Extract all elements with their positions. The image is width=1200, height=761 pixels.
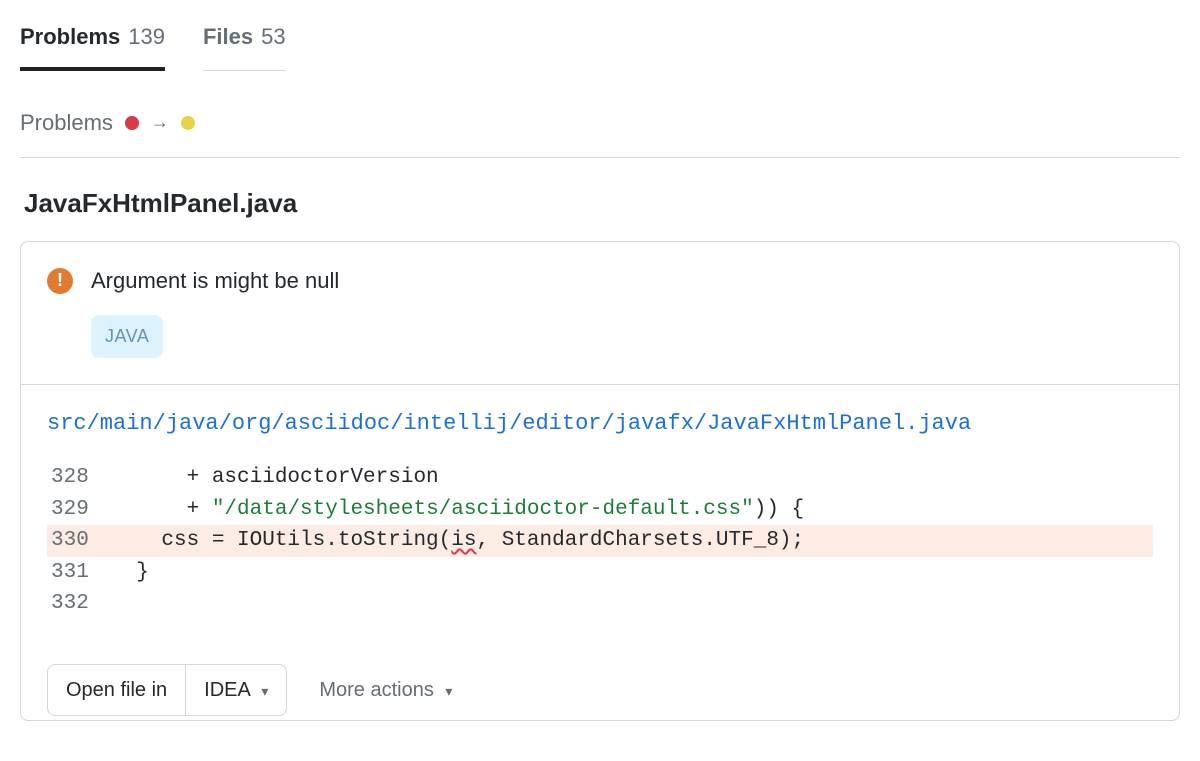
line-number: 329	[47, 494, 111, 526]
tab-problems-count: 139	[128, 20, 165, 53]
code-row: 329 + "/data/stylesheets/asciidoctor-def…	[47, 494, 1153, 526]
tab-problems-label: Problems	[20, 20, 120, 53]
file-path-link[interactable]: src/main/java/org/asciidoc/intellij/edit…	[47, 407, 1153, 440]
severity-from-dot	[125, 116, 139, 130]
warning-icon: !	[47, 268, 73, 294]
code-text: css = IOUtils.toString(is, StandardChars…	[111, 525, 1153, 557]
section-header: Problems →	[20, 106, 1180, 158]
line-number: 331	[47, 557, 111, 589]
open-file-target[interactable]: IDEA ▾	[186, 665, 286, 715]
section-title: Problems	[20, 106, 113, 139]
language-tag: JAVA	[91, 315, 163, 358]
code-lines: 328 + asciidoctorVersion 329 + "/data/st…	[47, 462, 1153, 620]
more-actions-button[interactable]: More actions ▾	[319, 675, 452, 705]
code-text: + asciidoctorVersion	[111, 462, 1153, 494]
code-row-highlighted: 330 css = IOUtils.toString(is, StandardC…	[47, 525, 1153, 557]
line-number: 328	[47, 462, 111, 494]
open-file-button[interactable]: Open file in IDEA ▾	[47, 664, 287, 716]
line-number: 330	[47, 525, 111, 557]
tabs: Problems 139 Files 53	[20, 20, 1180, 72]
issue-message: Argument is might be null	[91, 264, 339, 297]
tab-files[interactable]: Files 53	[203, 20, 286, 71]
card-actions: Open file in IDEA ▾ More actions ▾	[21, 646, 1179, 720]
code-row: 328 + asciidoctorVersion	[47, 462, 1153, 494]
line-number: 332	[47, 588, 111, 620]
tab-problems[interactable]: Problems 139	[20, 20, 165, 71]
open-file-label[interactable]: Open file in	[48, 665, 186, 715]
code-text	[111, 588, 1153, 620]
code-row: 331 }	[47, 557, 1153, 589]
tab-files-count: 53	[261, 20, 285, 53]
code-block: src/main/java/org/asciidoc/intellij/edit…	[21, 385, 1179, 646]
code-row: 332	[47, 588, 1153, 620]
file-heading: JavaFxHtmlPanel.java	[24, 184, 1176, 223]
severity-to-dot	[181, 116, 195, 130]
code-text: }	[111, 557, 1153, 589]
error-squiggle: is	[451, 529, 476, 552]
issue-header: ! Argument is might be null JAVA	[21, 242, 1179, 385]
code-text: + "/data/stylesheets/asciidoctor-default…	[111, 494, 1153, 526]
tab-files-label: Files	[203, 20, 253, 53]
arrow-right-icon: →	[151, 109, 169, 136]
issue-card: ! Argument is might be null JAVA src/mai…	[20, 241, 1180, 721]
chevron-down-icon: ▾	[445, 683, 452, 699]
chevron-down-icon: ▾	[261, 683, 268, 699]
